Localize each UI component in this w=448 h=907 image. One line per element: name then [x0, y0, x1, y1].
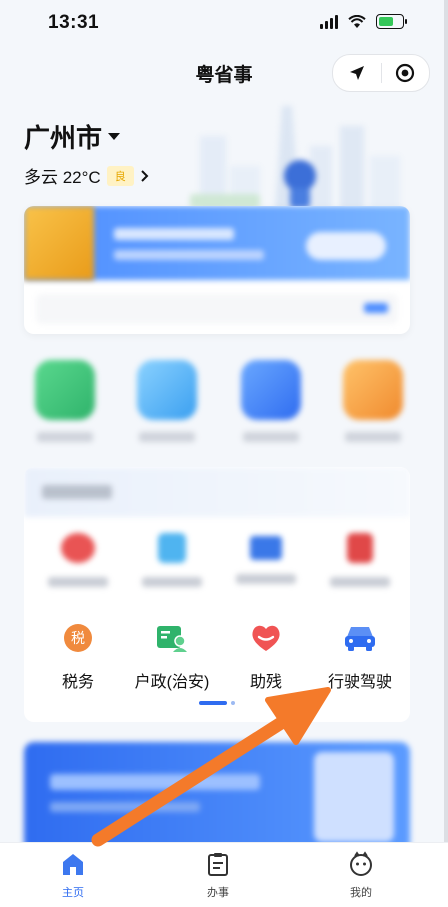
- banner-subtext: [114, 250, 264, 260]
- service-item[interactable]: [32, 533, 124, 587]
- banner-badge: [24, 206, 94, 280]
- weather-text: 多云 22°C: [24, 168, 101, 187]
- service-label: 助残: [249, 674, 282, 691]
- mini-program-capsule: [332, 54, 430, 92]
- status-icons: [320, 14, 407, 29]
- air-quality-badge: 良: [106, 165, 134, 186]
- tab-label: 我的: [350, 887, 372, 899]
- location-arrow-icon: [349, 66, 364, 80]
- target-icon: [396, 63, 415, 83]
- tab-home[interactable]: 主页: [28, 851, 118, 900]
- caret-down-icon: [108, 133, 121, 140]
- weather-row[interactable]: 多云 22°C 良: [24, 163, 150, 188]
- car-icon: [345, 627, 375, 651]
- tab-label: 办事: [207, 887, 229, 899]
- tab-label: 主页: [62, 887, 84, 899]
- page-indicator: [199, 701, 235, 705]
- tax-icon: 税: [64, 624, 92, 652]
- service-household[interactable]: 户政(治安): [126, 623, 218, 692]
- banner-text: [114, 228, 234, 240]
- household-id-icon: [157, 626, 187, 652]
- tab-tasks[interactable]: 办事: [173, 851, 263, 900]
- service-disability[interactable]: 助残: [220, 623, 312, 692]
- city-selector[interactable]: 广州市: [24, 118, 121, 155]
- status-time: 13:31: [48, 12, 100, 33]
- search-button[interactable]: [364, 303, 388, 313]
- hot-services-card: 税 税务 户政(治安) 助残 行驶驾驶: [24, 467, 410, 722]
- service-item[interactable]: [126, 533, 218, 587]
- service-item[interactable]: [314, 533, 406, 587]
- tab-mine[interactable]: 我的: [316, 851, 406, 900]
- svg-text:税: 税: [71, 631, 85, 647]
- service-label: 行驶驾驶: [327, 674, 392, 691]
- service-tax[interactable]: 税 税务: [32, 623, 124, 692]
- service-card[interactable]: [24, 206, 410, 334]
- wifi-icon: [348, 14, 366, 28]
- service-item[interactable]: [220, 533, 312, 584]
- service-driving[interactable]: 行驶驾驶: [314, 623, 406, 692]
- quick-app-4[interactable]: [336, 360, 410, 450]
- close-capsule-button[interactable]: [382, 55, 430, 91]
- service-label: 税务: [61, 674, 94, 691]
- battery-charging-icon: [376, 14, 407, 29]
- heart-icon: [252, 625, 280, 651]
- tab-bar: 主页 办事 我的: [0, 842, 448, 907]
- quick-app-2[interactable]: [130, 360, 204, 450]
- bottom-promo-banner[interactable]: [24, 742, 410, 852]
- quick-app-3[interactable]: [234, 360, 308, 450]
- city-skyline-illustration: [190, 106, 400, 212]
- home-icon: [63, 854, 83, 875]
- user-face-icon: [350, 851, 372, 876]
- scrollbar[interactable]: [444, 0, 448, 906]
- city-name: 广州市: [24, 123, 103, 153]
- service-label: 户政(治安): [134, 674, 210, 691]
- location-button[interactable]: [333, 55, 381, 91]
- signal-icon: [320, 14, 338, 29]
- chevron-right-icon: [141, 169, 149, 182]
- clipboard-icon: [208, 853, 228, 876]
- hot-services-title: [42, 485, 112, 499]
- search-input[interactable]: [36, 294, 398, 324]
- quick-app-1[interactable]: [28, 360, 102, 450]
- banner-button[interactable]: [306, 232, 386, 260]
